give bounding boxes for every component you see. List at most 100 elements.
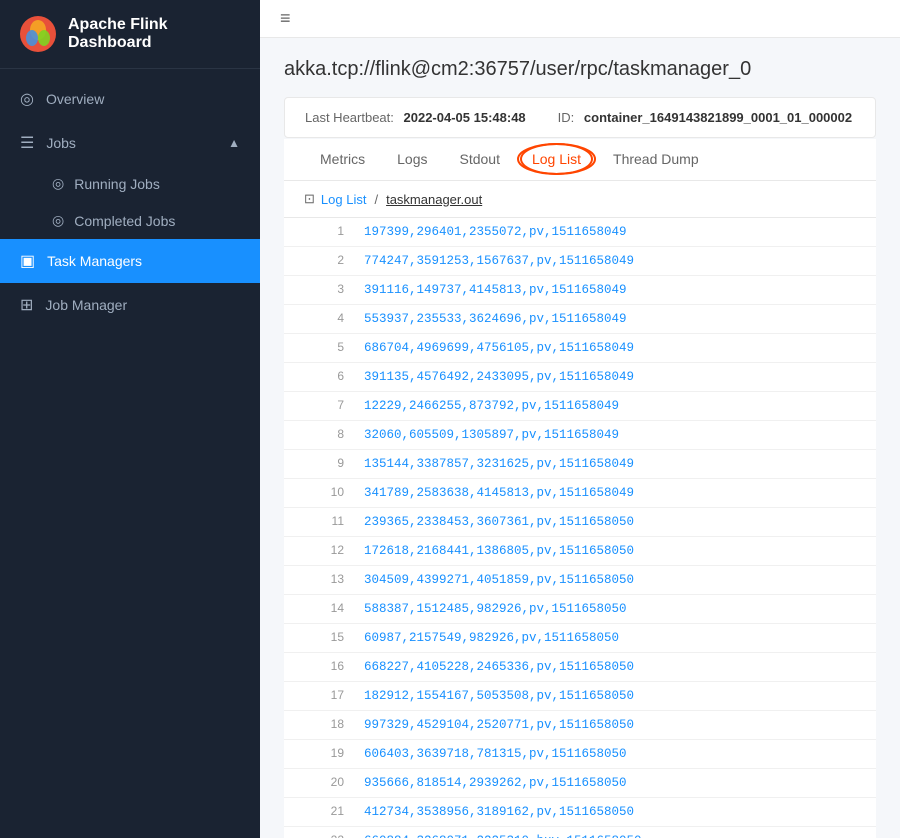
sidebar-item-running-jobs[interactable]: ◎ Running Jobs <box>0 165 260 202</box>
log-line-number: 7 <box>304 396 344 415</box>
sidebar-item-task-managers[interactable]: ▣ Task Managers <box>0 239 260 283</box>
log-line-number: 8 <box>304 425 344 444</box>
tab-stdout[interactable]: Stdout <box>443 139 515 181</box>
breadcrumb-separator: / <box>374 192 378 207</box>
log-row: 7 12229,2466255,873792,pv,1511658049 <box>284 392 876 421</box>
sidebar-item-label: Jobs <box>46 135 76 151</box>
log-line-number: 13 <box>304 570 344 589</box>
sidebar-nav: ◎ Overview ☰ Jobs ▲ ◎ Running Jobs ◎ Com… <box>0 69 260 838</box>
log-line-number: 6 <box>304 367 344 386</box>
id-section: ID: container_1649143821899_0001_01_0000… <box>558 110 852 125</box>
log-line-content: 391116,149737,4145813,pv,1511658049 <box>364 280 627 300</box>
log-row: 5 686704,4969699,4756105,pv,1511658049 <box>284 334 876 363</box>
log-line-number: 12 <box>304 541 344 560</box>
tab-thread-dump[interactable]: Thread Dump <box>597 139 715 181</box>
heartbeat-section: Last Heartbeat: 2022-04-05 15:48:48 <box>305 110 526 125</box>
jobs-icon: ☰ <box>20 133 34 153</box>
sidebar-item-label: Task Managers <box>47 253 142 269</box>
log-row: 22 660884,3268071,2225310,buy,1511658050 <box>284 827 876 838</box>
log-line-content: 32060,605509,1305897,pv,1511658049 <box>364 425 619 445</box>
log-row: 1560987,2157549,982926,pv,1511658050 <box>284 624 876 653</box>
log-row: 2 774247,3591253,1567637,pv,1511658049 <box>284 247 876 276</box>
log-row: 16668227,4105228,2465336,pv,1511658050 <box>284 653 876 682</box>
log-line-content: 12229,2466255,873792,pv,1511658049 <box>364 396 619 416</box>
overview-icon: ◎ <box>20 89 34 109</box>
hamburger-icon[interactable]: ≡ <box>280 8 291 29</box>
log-line-number: 14 <box>304 599 344 618</box>
log-line-number: 11 <box>304 512 344 531</box>
log-line-content: 197399,296401,2355072,pv,1511658049 <box>364 222 627 242</box>
log-row: 9135144,3387857,3231625,pv,1511658049 <box>284 450 876 479</box>
log-row: 1 197399,296401,2355072,pv,1511658049 <box>284 218 876 247</box>
log-line-content: 60987,2157549,982926,pv,1511658050 <box>364 628 619 648</box>
log-row: 21 412734,3538956,3189162,pv,1511658050 <box>284 798 876 827</box>
log-line-number: 5 <box>304 338 344 357</box>
log-line-content: 341789,2583638,4145813,pv,1511658049 <box>364 483 634 503</box>
log-row: 13 304509,4399271,4051859,pv,1511658050 <box>284 566 876 595</box>
sidebar-sub-label: Running Jobs <box>74 176 160 192</box>
log-line-content: 606403,3639718,781315,pv,1511658050 <box>364 744 627 764</box>
log-line-number: 17 <box>304 686 344 705</box>
sidebar-header: Apache Flink Dashboard <box>0 0 260 69</box>
id-label: ID: <box>558 110 575 125</box>
log-line-number: 2 <box>304 251 344 270</box>
heartbeat-label: Last Heartbeat: <box>305 110 394 125</box>
log-line-number: 10 <box>304 483 344 502</box>
log-table: 1 197399,296401,2355072,pv,1511658049 2 774… <box>284 218 876 838</box>
tab-log-list[interactable]: Log List <box>516 139 597 181</box>
log-line-content: 304509,4399271,4051859,pv,1511658050 <box>364 570 634 590</box>
breadcrumb-bar: ⊡ Log List / taskmanager.out <box>284 181 876 218</box>
sidebar-item-label: Job Manager <box>45 297 127 313</box>
log-line-content: 412734,3538956,3189162,pv,1511658050 <box>364 802 634 822</box>
log-line-content: 774247,3591253,1567637,pv,1511658049 <box>364 251 634 271</box>
log-line-content: 553937,235533,3624696,pv,1511658049 <box>364 309 627 329</box>
tabs-bar: Metrics Logs Stdout Log List Thread Dump <box>284 139 876 181</box>
breadcrumb-icon: ⊡ <box>304 191 315 207</box>
log-line-content: 172618,2168441,1386805,pv,1511658050 <box>364 541 634 561</box>
log-line-number: 20 <box>304 773 344 792</box>
breadcrumb-current: taskmanager.out <box>386 192 482 207</box>
log-line-content: 660884,3268071,2225310,buy,1511658050 <box>364 831 642 838</box>
sidebar-item-label: Overview <box>46 91 104 107</box>
log-line-number: 19 <box>304 744 344 763</box>
log-line-content: 391135,4576492,2433095,pv,1511658049 <box>364 367 634 387</box>
tab-logs[interactable]: Logs <box>381 139 443 181</box>
log-line-number: 22 <box>304 831 344 838</box>
running-jobs-icon: ◎ <box>52 175 64 192</box>
log-line-content: 668227,4105228,2465336,pv,1511658050 <box>364 657 634 677</box>
task-managers-icon: ▣ <box>20 251 35 271</box>
sidebar-item-overview[interactable]: ◎ Overview <box>0 77 260 121</box>
sidebar-item-completed-jobs[interactable]: ◎ Completed Jobs <box>0 202 260 239</box>
log-row: 12 172618,2168441,1386805,pv,1511658050 <box>284 537 876 566</box>
main-content: ≡ akka.tcp://flink@cm2:36757/user/rpc/ta… <box>260 0 900 838</box>
sidebar-title: Apache Flink Dashboard <box>68 16 240 52</box>
jobs-arrow: ▲ <box>228 136 240 150</box>
log-line-number: 4 <box>304 309 344 328</box>
topbar: ≡ <box>260 0 900 38</box>
log-row: 18 997329,4529104,2520771,pv,1511658050 <box>284 711 876 740</box>
log-row: 14588387,1512485,982926,pv,1511658050 <box>284 595 876 624</box>
log-line-number: 1 <box>304 222 344 241</box>
breadcrumb-root[interactable]: Log List <box>321 192 367 207</box>
page-title: akka.tcp://flink@cm2:36757/user/rpc/task… <box>284 58 876 81</box>
log-row: 11239365,2338453,3607361,pv,1511658050 <box>284 508 876 537</box>
log-row: 8 32060,605509,1305897,pv,1511658049 <box>284 421 876 450</box>
log-row: 19 606403,3639718,781315,pv,1511658050 <box>284 740 876 769</box>
sidebar: Apache Flink Dashboard ◎ Overview ☰ Jobs… <box>0 0 260 838</box>
log-line-number: 9 <box>304 454 344 473</box>
log-line-number: 18 <box>304 715 344 734</box>
completed-jobs-icon: ◎ <box>52 212 64 229</box>
log-line-content: 686704,4969699,4756105,pv,1511658049 <box>364 338 634 358</box>
log-line-content: 997329,4529104,2520771,pv,1511658050 <box>364 715 634 735</box>
heartbeat-value: 2022-04-05 15:48:48 <box>404 110 526 125</box>
log-line-content: 935666,818514,2939262,pv,1511658050 <box>364 773 627 793</box>
tab-metrics[interactable]: Metrics <box>304 139 381 181</box>
log-row: 4 553937,235533,3624696,pv,1511658049 <box>284 305 876 334</box>
log-row: 20 935666,818514,2939262,pv,1511658050 <box>284 769 876 798</box>
sidebar-item-job-manager[interactable]: ⊞ Job Manager <box>0 283 260 327</box>
flink-logo <box>20 16 56 52</box>
log-line-content: 182912,1554167,5053508,pv,1511658050 <box>364 686 634 706</box>
sidebar-item-jobs[interactable]: ☰ Jobs ▲ <box>0 121 260 165</box>
log-line-number: 21 <box>304 802 344 821</box>
log-row: 10 341789,2583638,4145813,pv,1511658049 <box>284 479 876 508</box>
